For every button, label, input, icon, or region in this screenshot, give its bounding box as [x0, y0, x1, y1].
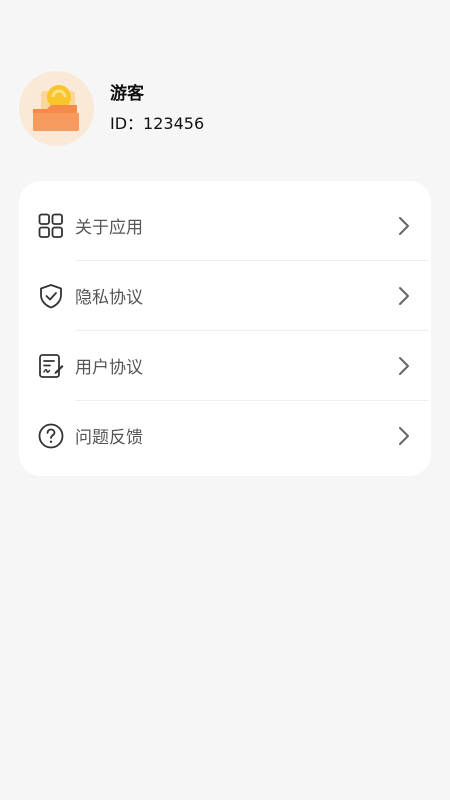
- chevron-right-icon: [397, 356, 411, 376]
- menu-item-feedback[interactable]: 问题反馈: [19, 401, 431, 470]
- menu-item-label: 用户协议: [75, 358, 143, 378]
- menu-item-user-agreement[interactable]: 用户协议: [19, 331, 431, 400]
- menu-item-label: 问题反馈: [75, 428, 143, 448]
- menu-item-privacy-policy[interactable]: 隐私协议: [19, 261, 431, 330]
- avatar[interactable]: [19, 71, 94, 146]
- folder-coin-icon: [33, 85, 79, 131]
- document-sign-icon: [38, 353, 64, 379]
- user-name: 游客: [110, 84, 144, 104]
- menu-item-label: 关于应用: [75, 218, 143, 238]
- settings-menu-card: 关于应用 隐私协议 用户协议 问题反馈: [19, 181, 431, 476]
- profile-header: 游客 ID：123456: [19, 71, 204, 146]
- help-circle-icon: [38, 423, 64, 449]
- shield-check-icon: [38, 283, 64, 309]
- user-id: ID：123456: [110, 114, 205, 133]
- apps-grid-icon: [38, 213, 64, 239]
- menu-item-about-app[interactable]: 关于应用: [19, 191, 431, 260]
- menu-item-label: 隐私协议: [75, 288, 143, 308]
- chevron-right-icon: [397, 216, 411, 236]
- chevron-right-icon: [397, 286, 411, 306]
- chevron-right-icon: [397, 426, 411, 446]
